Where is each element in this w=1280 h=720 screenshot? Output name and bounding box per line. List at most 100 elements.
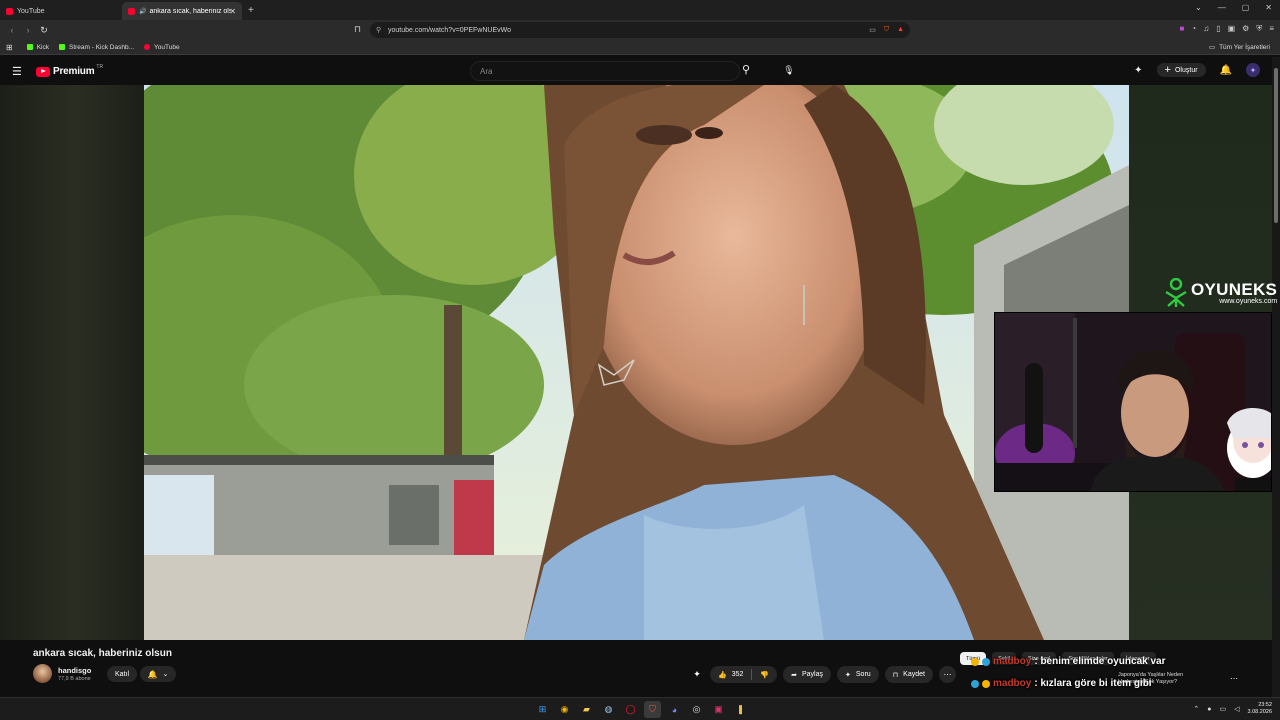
url-bar[interactable]: ⚲ youtube.com/watch?v=0PEFwNUEvWo ▭ ⛉ ▲ <box>370 22 910 38</box>
tab-search-icon[interactable]: ⌄ <box>1195 3 1202 12</box>
reload-icon[interactable]: ↻ <box>36 25 52 36</box>
chat-badge-icon <box>982 657 990 666</box>
create-button[interactable]: + Oluştur <box>1156 63 1206 77</box>
youtube-favicon-icon <box>128 7 135 15</box>
notifications-bell-icon[interactable]: 🔔 <box>1220 65 1232 76</box>
steam-icon[interactable]: ◍ <box>600 701 617 718</box>
brave-shield-icon[interactable]: ⛉ <box>884 26 889 34</box>
obs-icon[interactable]: ◎ <box>688 701 705 718</box>
chat-badge-icon <box>971 679 979 688</box>
channel-name[interactable]: handisgo <box>58 666 91 675</box>
tab-label: ankara sıcak, haberiniz olsun <box>149 7 232 15</box>
sponsor-url: www.oyuneks.com <box>1219 298 1278 305</box>
kick-icon <box>26 44 33 50</box>
search-icon[interactable]: ⚲ <box>742 63 750 76</box>
chat-badge-icon <box>971 657 979 666</box>
cast-icon[interactable]: ▭ <box>869 26 876 34</box>
save-button[interactable]: ⊓ Kaydet <box>884 666 933 683</box>
vpn-icon[interactable]: ⛨ <box>1256 24 1262 34</box>
recommended-video-title[interactable]: Japonya'da Yaşlılar Neden Herkesten Çok … <box>1118 672 1183 685</box>
join-button[interactable]: Katıl <box>107 666 138 682</box>
tab-youtube[interactable]: YouTube <box>0 2 122 20</box>
taskbar-apps: ⊞ ◉ ▰ ◍ ◯ ⛉ ◕ ◎ ▣ ❚ <box>534 701 749 718</box>
opera-icon[interactable]: ◯ <box>622 701 639 718</box>
extensions-puzzle-icon[interactable]: ⚙ <box>1242 24 1249 34</box>
ai-sparkle-icon[interactable]: ✦ <box>1134 65 1142 76</box>
scrollbar-thumb[interactable] <box>1274 68 1278 223</box>
share-label: Paylaş <box>802 671 824 678</box>
channel-avatar[interactable] <box>33 664 52 683</box>
search-input[interactable]: Ara <box>470 61 740 81</box>
brave-icon[interactable]: ⛉ <box>644 701 661 718</box>
tray-overflow-icon[interactable]: ⌃ <box>1193 705 1199 713</box>
windows-start-icon[interactable]: ⊞ <box>534 701 551 718</box>
country-code: TR <box>96 63 104 70</box>
close-tab-icon[interactable]: ✕ <box>229 7 236 16</box>
file-explorer-icon[interactable]: ▰ <box>578 701 595 718</box>
forward-icon[interactable]: › <box>20 25 36 35</box>
thumbs-down-icon: 👎 <box>760 671 770 679</box>
menu-icon[interactable]: ≡ <box>1269 24 1274 34</box>
chrome-icon[interactable]: ◉ <box>556 701 573 718</box>
apps-grid-icon[interactable]: ⊞ <box>6 43 13 52</box>
microphone-tray-icon[interactable]: ● <box>1207 706 1211 713</box>
subscriber-count: 77,9 B abone <box>58 676 91 682</box>
extension-icon[interactable]: ■ <box>1180 24 1185 34</box>
hamburger-menu-icon[interactable]: ☰ <box>12 65 22 78</box>
maximize-button[interactable]: ▢ <box>1242 3 1250 12</box>
bookmark-youtube[interactable]: YouTube <box>144 44 180 51</box>
os-taskbar: ⊞ ◉ ▰ ◍ ◯ ⛉ ◕ ◎ ▣ ❚ ⌃ ● ▭ ◁ 23:52 3.08.2… <box>0 697 1280 720</box>
like-button[interactable]: 👍 352 <box>710 666 751 683</box>
bookmark-label: Kick <box>36 43 49 51</box>
bell-icon: 🔔 <box>147 669 158 679</box>
network-icon[interactable]: ▭ <box>1220 705 1227 713</box>
new-tab-button[interactable]: + <box>248 5 254 16</box>
thumbs-up-icon: 👍 <box>718 671 727 679</box>
dislike-button[interactable]: 👎 <box>752 666 777 683</box>
omnibox-icons: ▭ ⛉ ▲ <box>869 26 904 34</box>
app-yellow-icon[interactable]: ❚ <box>732 701 749 718</box>
youtube-icon <box>144 44 151 50</box>
volume-icon[interactable]: ◁ <box>1234 705 1239 713</box>
all-bookmarks[interactable]: ▭ Tüm Yer İşaretleri <box>1209 43 1270 52</box>
microphone-icon[interactable]: 🎙 <box>780 61 798 79</box>
close-window-button[interactable]: ✕ <box>1265 3 1272 12</box>
wallet-icon[interactable]: ▣ <box>1228 24 1236 34</box>
chat-text: : benim elimde oyuncak var <box>1034 656 1166 667</box>
bookmark-page-icon[interactable]: ⊓ <box>354 24 361 35</box>
sidebar-icon[interactable]: ▯ <box>1216 24 1220 34</box>
back-icon[interactable]: ‹ <box>4 25 20 35</box>
ask-button[interactable]: ✦ Soru <box>837 666 879 683</box>
rewards-icon[interactable]: ▲ <box>897 26 904 34</box>
chat-extension-icon[interactable]: ◔ <box>1191 24 1196 34</box>
bookmark-kick-dashboard[interactable]: Stream - Kick Dashb... <box>58 44 134 51</box>
subscription-bell-button[interactable]: 🔔 ⌄ <box>140 666 176 682</box>
discord-icon[interactable]: ◕ <box>666 701 683 718</box>
ai-sparkle-icon[interactable]: ✦ <box>690 669 704 680</box>
share-button[interactable]: ➦ Paylaş <box>783 666 832 683</box>
extension-icons: ■ ◔ ♫ ▯ ▣ ⚙ ⛨ ≡ <box>1180 24 1275 34</box>
chat-message: madboy : benim elimde oyuncak var <box>971 656 1166 667</box>
clock[interactable]: 23:52 3.08.2026 <box>1248 702 1272 716</box>
more-horizontal-icon: ⋯ <box>943 670 952 679</box>
account-avatar[interactable]: ✦ <box>1246 63 1260 77</box>
bookmarks-bar: ⊞ Kick Stream - Kick Dashb... YouTube ▭ … <box>0 40 1280 55</box>
like-count: 352 <box>731 671 744 678</box>
more-vertical-icon[interactable]: ⋯ <box>1230 674 1238 683</box>
more-actions-button[interactable]: ⋯ <box>938 666 956 683</box>
minimize-button[interactable]: — <box>1218 3 1226 12</box>
video-player[interactable] <box>144 85 1129 640</box>
header-actions: ✦ + Oluştur 🔔 ✦ <box>1134 63 1260 77</box>
tab-current-video[interactable]: 🔊 ankara sıcak, haberiniz olsun ✕ <box>122 2 242 20</box>
like-dislike-group: 👍 352 👎 <box>710 666 778 683</box>
plus-icon: + <box>1164 64 1171 76</box>
music-icon[interactable]: ♫ <box>1203 24 1209 34</box>
video-frame-image <box>144 85 1129 640</box>
youtube-logo[interactable]: Premium TR <box>36 63 104 77</box>
chat-badge-icon <box>982 679 990 688</box>
all-bookmarks-label: Tüm Yer İşaretleri <box>1219 43 1270 51</box>
chat-username: madboy <box>993 656 1032 667</box>
site-info-icon[interactable]: ⚲ <box>376 26 381 34</box>
app-red-icon[interactable]: ▣ <box>710 701 727 718</box>
bookmark-kick[interactable]: Kick <box>26 43 49 51</box>
